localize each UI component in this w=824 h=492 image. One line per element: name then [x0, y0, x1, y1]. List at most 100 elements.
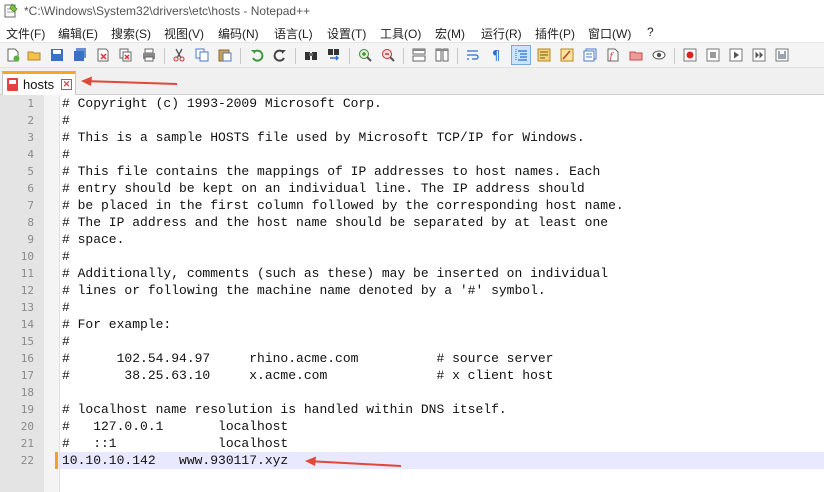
open-file-button[interactable] — [25, 46, 43, 64]
tab-hosts[interactable]: hosts ✕ — [2, 71, 76, 95]
play-macro-icon — [729, 48, 743, 62]
doc-list-button[interactable] — [627, 46, 645, 64]
toolbar-separator — [240, 48, 241, 64]
line-number: 3 — [27, 131, 34, 144]
sync-horizontal-icon — [435, 48, 449, 62]
line-text[interactable]: # entry should be kept on an individual … — [62, 180, 585, 197]
line-text[interactable]: # lines or following the machine name de… — [62, 282, 546, 299]
line-text[interactable]: # This is a sample HOSTS file used by Mi… — [62, 129, 585, 146]
line-text[interactable]: # The IP address and the host name shoul… — [62, 214, 608, 231]
menu-settings[interactable]: 设置(T) — [327, 25, 366, 42]
indent-guide-button[interactable] — [511, 45, 531, 65]
run-macro-multiple-button[interactable] — [750, 46, 768, 64]
redo-button[interactable] — [271, 46, 289, 64]
paste-button[interactable] — [216, 46, 234, 64]
editor-line: 8 # The IP address and the host name shou… — [0, 214, 824, 231]
word-wrap-button[interactable] — [464, 46, 482, 64]
toolbar-separator — [674, 48, 675, 64]
find-icon — [305, 52, 317, 60]
editor-line: 4 # — [0, 146, 824, 163]
line-text[interactable]: # — [62, 112, 70, 129]
undo-icon — [251, 49, 264, 62]
close-button[interactable] — [94, 46, 112, 64]
redo-icon — [273, 49, 286, 62]
title-bar: *C:\Windows\System32\drivers\etc\hosts -… — [0, 0, 824, 22]
sync-vertical-button[interactable] — [410, 46, 428, 64]
function-list-button[interactable] — [581, 46, 599, 64]
line-text[interactable]: # — [62, 299, 70, 316]
line-number: 15 — [20, 335, 34, 348]
close-icon — [97, 48, 109, 62]
line-text[interactable]: # be placed in the first column followed… — [62, 197, 624, 214]
zoom-out-button[interactable] — [379, 46, 397, 64]
menu-view[interactable]: 视图(V) — [164, 25, 204, 42]
editor-line-current: 22 10.10.10.142 www.930117.xyz — [0, 452, 824, 469]
close-all-button[interactable] — [117, 46, 135, 64]
editor-line: 18 — [0, 384, 824, 401]
play-macro-button[interactable] — [727, 46, 745, 64]
line-text[interactable]: # — [62, 248, 70, 265]
doc-map-button[interactable] — [558, 46, 576, 64]
record-macro-button[interactable] — [681, 46, 699, 64]
line-text[interactable]: # 127.0.0.1 localhost — [62, 418, 288, 435]
menu-tools[interactable]: 工具(O) — [380, 25, 421, 42]
editor-line: 21 # ::1 localhost — [0, 435, 824, 452]
indent-guide-icon — [515, 49, 527, 61]
find-button[interactable] — [302, 46, 320, 64]
sync-horizontal-button[interactable] — [433, 46, 451, 64]
line-number: 11 — [20, 267, 34, 280]
annotation-arrow-icon — [81, 76, 178, 86]
replace-button[interactable] — [325, 46, 343, 64]
show-all-chars-button[interactable]: ¶ — [487, 46, 505, 64]
show-all-chars-icon: ¶ — [492, 49, 500, 62]
line-number: 9 — [27, 233, 34, 246]
line-number: 7 — [27, 199, 34, 212]
line-text[interactable]: # space. — [62, 231, 124, 248]
editor-line: 12 # lines or following the machine name … — [0, 282, 824, 299]
line-text[interactable]: # ::1 localhost — [62, 435, 288, 452]
line-text[interactable]: # localhost name resolution is handled w… — [62, 401, 507, 418]
menu-run[interactable]: 运行(R) — [481, 25, 522, 42]
menu-encoding[interactable]: 编码(N) — [218, 25, 259, 42]
new-file-icon — [7, 48, 20, 62]
menu-help[interactable]: ? — [647, 25, 654, 39]
editor-line: 10 # — [0, 248, 824, 265]
save-macro-button[interactable] — [773, 46, 791, 64]
undo-button[interactable] — [248, 46, 266, 64]
line-number: 4 — [27, 148, 34, 161]
editor[interactable]: 1 # Copyright (c) 1993-2009 Microsoft Cor… — [0, 95, 824, 492]
copy-button[interactable] — [193, 46, 211, 64]
menu-language[interactable]: 语言(L) — [274, 25, 313, 42]
line-text[interactable]: # — [62, 333, 70, 350]
word-wrap-icon — [467, 50, 479, 60]
tab-bar: hosts ✕ — [0, 68, 824, 95]
line-text[interactable]: # For example: — [62, 316, 171, 333]
new-file-button[interactable] — [4, 46, 22, 64]
folder-workspace-button[interactable]: f — [604, 46, 622, 64]
line-text[interactable]: # 102.54.94.97 rhino.acme.com # source s… — [62, 350, 553, 367]
line-text[interactable]: 10.10.10.142 www.930117.xyz — [62, 452, 288, 469]
line-text[interactable]: # This file contains the mappings of IP … — [62, 163, 600, 180]
zoom-in-button[interactable] — [356, 46, 374, 64]
record-macro-icon — [683, 48, 697, 62]
menu-file[interactable]: 文件(F) — [6, 25, 45, 42]
menu-search[interactable]: 搜索(S) — [111, 25, 151, 42]
menu-macro[interactable]: 宏(M) — [435, 25, 465, 42]
save-all-button[interactable] — [71, 46, 89, 64]
cut-button[interactable] — [170, 46, 188, 64]
menu-plugins[interactable]: 插件(P) — [535, 25, 575, 42]
print-button[interactable] — [140, 46, 158, 64]
line-text[interactable]: # — [62, 146, 70, 163]
line-number: 14 — [20, 318, 34, 331]
menu-edit[interactable]: 编辑(E) — [58, 25, 98, 42]
editor-line: 5 # This file contains the mappings of IP… — [0, 163, 824, 180]
menu-window[interactable]: 窗口(W) — [588, 25, 631, 42]
line-text[interactable]: # 38.25.63.10 x.acme.com # x client host — [62, 367, 553, 384]
udl-button[interactable] — [535, 46, 553, 64]
stop-record-button[interactable] — [704, 46, 722, 64]
tab-close-icon[interactable]: ✕ — [61, 79, 72, 90]
line-text[interactable]: # Copyright (c) 1993-2009 Microsoft Corp… — [62, 95, 382, 112]
line-text[interactable]: # Additionally, comments (such as these)… — [62, 265, 608, 282]
monitor-button[interactable] — [650, 46, 668, 64]
save-button[interactable] — [48, 46, 66, 64]
